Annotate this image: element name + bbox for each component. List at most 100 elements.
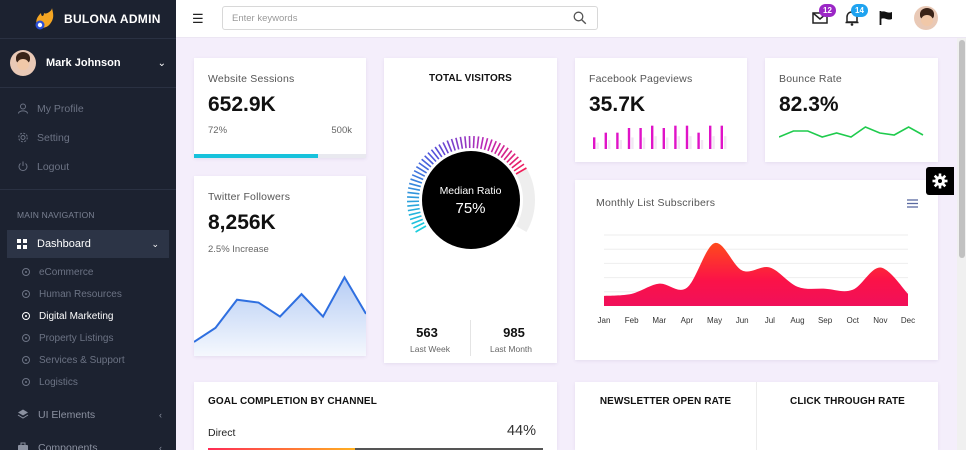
- menu-item-logout[interactable]: Logout: [0, 152, 176, 181]
- chevron-left-icon: ‹: [159, 442, 162, 450]
- x-tick-label: Nov: [873, 316, 887, 325]
- pageviews-bar-shadow: [642, 137, 646, 149]
- flame-logo-icon: [35, 8, 54, 30]
- search-input[interactable]: [223, 7, 553, 29]
- profile-avatar[interactable]: [914, 6, 938, 30]
- gauge-tick: [480, 137, 484, 150]
- sidebar-item-components[interactable]: Components ‹: [0, 431, 176, 450]
- user-icon: [18, 103, 28, 114]
- sidebar-item-ui-elements[interactable]: UI Elements ‹: [0, 398, 176, 431]
- scrollbar-thumb[interactable]: [959, 40, 965, 258]
- rates-card: NEWSLETTER OPEN RATE CLICK THROUGH RATE: [575, 382, 938, 450]
- sidebar-item-human-resources[interactable]: Human Resources: [0, 283, 176, 305]
- bounce-value: 82.3%: [779, 93, 839, 116]
- sessions-progress-fill: [194, 154, 318, 158]
- week-label: Last Week: [409, 344, 450, 354]
- notifications-button[interactable]: 14: [844, 4, 868, 28]
- sessions-value: 652.9K: [208, 93, 276, 116]
- pageviews-bar: [604, 132, 607, 149]
- gauge-tick: [459, 136, 464, 149]
- pageviews-bar: [662, 128, 665, 149]
- x-tick-label: Dec: [901, 316, 915, 325]
- flag-button[interactable]: [878, 10, 896, 28]
- goal-row-value: 44%: [506, 423, 536, 439]
- sub-item-label: Services & Support: [39, 354, 125, 366]
- x-tick-label: Oct: [847, 316, 860, 325]
- goal-card: GOAL COMPLETION BY CHANNEL Direct 44%: [194, 382, 557, 450]
- sidebar: BULONA ADMIN Mark Johnson ⌄ My Profile S…: [0, 0, 176, 450]
- brand-name: BULONA ADMIN: [64, 12, 161, 26]
- gauge-tick: [446, 140, 453, 153]
- avatar: [914, 6, 938, 30]
- pageviews-bar: [709, 125, 712, 149]
- twitter-card: Twitter Followers 8,256K 2.5% Increase: [194, 176, 366, 356]
- menu-item-setting[interactable]: Setting: [0, 123, 176, 152]
- pageviews-bar: [639, 128, 642, 149]
- twitter-label: Twitter Followers: [208, 191, 291, 203]
- gauge-tick: [483, 137, 489, 150]
- facebook-value: 35.7K: [589, 93, 646, 116]
- gauge-tick: [450, 138, 456, 151]
- radio-dot-icon: [22, 312, 30, 320]
- chevron-down-icon[interactable]: ⌄: [158, 58, 166, 69]
- sub-item-label: Human Resources: [39, 288, 122, 300]
- nav-dashboard-label: Dashboard: [37, 238, 91, 250]
- user-panel[interactable]: Mark Johnson ⌄: [0, 38, 176, 88]
- radio-dot-icon: [22, 334, 30, 342]
- pageviews-bar-shadow: [724, 136, 727, 149]
- sidebar-item-ecommerce[interactable]: eCommerce: [0, 261, 176, 283]
- layers-icon: [17, 409, 29, 419]
- pageviews-bar-shadow: [654, 136, 657, 149]
- sidebar-item-services-support[interactable]: Services & Support: [0, 349, 176, 371]
- sidebar-item-digital-marketing[interactable]: Digital Marketing: [0, 305, 176, 327]
- visitors-card: TOTAL VISITORS Median Ratio 75% 563 Last…: [384, 58, 557, 363]
- sessions-label: Website Sessions: [208, 73, 295, 85]
- gauge-tick: [472, 136, 475, 149]
- facebook-label: Facebook Pageviews: [589, 73, 693, 85]
- pageviews-bar: [593, 137, 596, 149]
- sessions-percent: 72%: [208, 125, 228, 136]
- x-tick-label: Feb: [625, 316, 639, 325]
- x-tick-label: Jul: [765, 316, 775, 325]
- goal-title: GOAL COMPLETION BY CHANNEL: [208, 396, 377, 407]
- hamburger-menu-icon[interactable]: ☰: [192, 11, 204, 27]
- pageviews-bar: [616, 132, 619, 149]
- x-tick-label: Jan: [598, 316, 611, 325]
- gauge-label: Median Ratio: [439, 185, 502, 197]
- chevron-left-icon: ‹: [159, 409, 162, 420]
- sub-item-label: Property Listings: [39, 332, 114, 344]
- sessions-target: 500k: [331, 125, 352, 136]
- facebook-card: Facebook Pageviews 35.7K: [575, 58, 747, 162]
- menu-item-my-profile[interactable]: My Profile: [0, 94, 176, 123]
- radio-dot-icon: [22, 356, 30, 364]
- radio-dot-icon: [22, 378, 30, 386]
- twitter-note: 2.5% Increase: [208, 244, 269, 255]
- subscribers-area: [604, 242, 908, 306]
- pageviews-bar-shadow: [608, 140, 611, 149]
- mail-button[interactable]: 12: [812, 4, 836, 28]
- facebook-bar-chart: [593, 125, 727, 149]
- newsletter-title: NEWSLETTER OPEN RATE: [599, 396, 732, 407]
- pageviews-bar: [674, 125, 677, 149]
- pageviews-bar: [627, 128, 631, 149]
- nav-dashboard[interactable]: Dashboard ⌄: [7, 230, 169, 258]
- gauge-tick: [411, 174, 424, 181]
- gauge-tick: [410, 178, 423, 184]
- sub-item-label: Digital Marketing: [39, 310, 114, 322]
- sidebar-item-logistics[interactable]: Logistics: [0, 371, 176, 393]
- pageviews-bar-shadow: [666, 137, 669, 149]
- notification-count-badge: 14: [851, 4, 868, 17]
- search-icon[interactable]: [573, 11, 587, 25]
- settings-button[interactable]: [926, 167, 954, 195]
- menu-item-label: Logout: [37, 160, 70, 173]
- mail-count-badge: 12: [819, 4, 836, 17]
- pageviews-bar-shadow: [700, 140, 704, 149]
- menu-icon[interactable]: [907, 199, 918, 208]
- brand[interactable]: BULONA ADMIN: [0, 0, 176, 38]
- pageviews-bar: [685, 125, 689, 149]
- search-box: [222, 6, 598, 30]
- sidebar-item-property-listings[interactable]: Property Listings: [0, 327, 176, 349]
- subscribers-card: Monthly List Subscribers Jan Feb Mar Apr May…: [575, 180, 938, 360]
- gauge-value: 75%: [455, 200, 486, 217]
- subscribers-label: Monthly List Subscribers: [596, 197, 716, 209]
